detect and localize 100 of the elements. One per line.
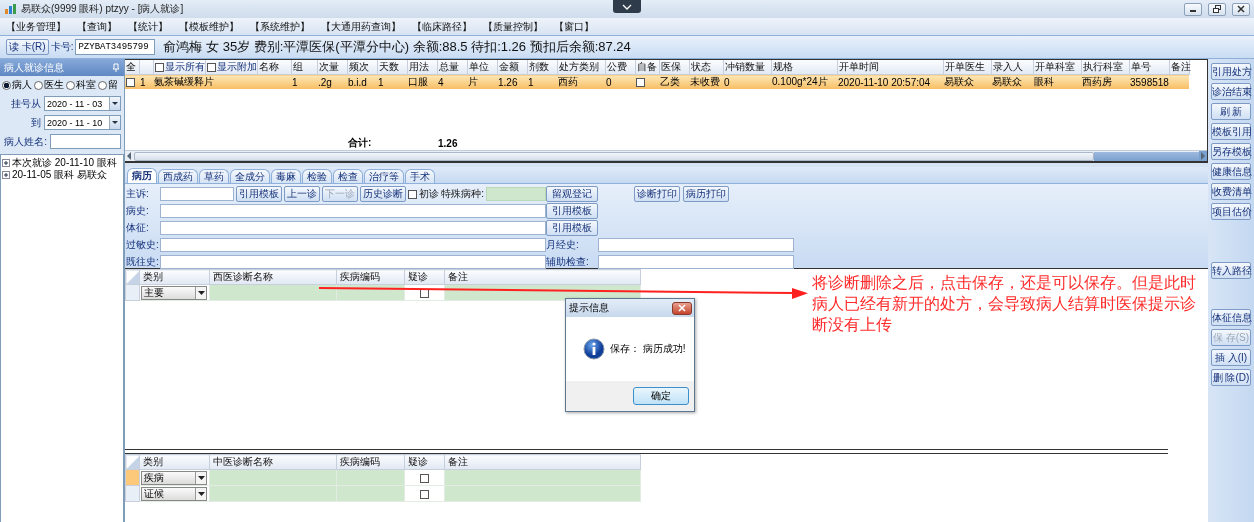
- side-button[interactable]: 项目估价: [1211, 203, 1251, 220]
- column-header[interactable]: 疾病编码: [336, 269, 405, 285]
- text-field[interactable]: [160, 255, 546, 269]
- column-header[interactable]: 冲销数量: [723, 60, 771, 75]
- checkbox[interactable]: [126, 78, 135, 88]
- text-field[interactable]: [598, 255, 794, 269]
- column-header[interactable]: 天数: [377, 60, 407, 75]
- side-button[interactable]: 收费清单: [1211, 183, 1251, 200]
- checkbox[interactable]: [420, 473, 429, 483]
- menu-item[interactable]: 【业务管理】: [6, 19, 66, 34]
- column-header[interactable]: 中医诊断名称: [209, 454, 337, 470]
- column-header[interactable]: 名称: [257, 60, 291, 75]
- category-dropdown[interactable]: 主要: [141, 285, 207, 300]
- observation-button[interactable]: 留观登记: [546, 186, 598, 202]
- template-button[interactable]: 引用模板: [546, 203, 598, 219]
- column-header[interactable]: 规格: [771, 60, 837, 75]
- restore-button[interactable]: [1208, 2, 1226, 16]
- template-button[interactable]: 引用模板: [546, 220, 598, 236]
- table-row[interactable]: 1 氨茶碱缓释片 1 .2g b.i.d 1 口服 4 片 1.26 1 西药 0 乙类 未收费 0 0.100g*24片 2020-11-10 20:57:04 易联众 易联众 眼科 西药房 3598518: [125, 74, 1189, 89]
- side-button[interactable]: 模板引用: [1211, 123, 1251, 140]
- column-header[interactable]: 医保: [659, 60, 689, 75]
- menu-item[interactable]: 【临床路径】: [412, 19, 472, 34]
- side-button[interactable]: 插 入(I): [1211, 349, 1251, 366]
- menu-item[interactable]: 【大通用药查询】: [321, 19, 401, 34]
- side-button[interactable]: 健康信息: [1211, 163, 1251, 180]
- side-button[interactable]: 体征信息: [1211, 309, 1251, 326]
- menu-item[interactable]: 【窗口】: [554, 19, 594, 34]
- text-field[interactable]: [160, 221, 546, 235]
- card-number-field[interactable]: PZYBAT3495799: [75, 39, 156, 55]
- column-header[interactable]: 金额: [497, 60, 527, 75]
- special-disease-field[interactable]: [486, 187, 546, 201]
- date-field[interactable]: 2020 - 11 - 10: [44, 115, 121, 130]
- column-header[interactable]: 组: [291, 60, 317, 75]
- column-header[interactable]: 用法: [407, 60, 437, 75]
- previous-visit-button[interactable]: 上一诊: [284, 186, 321, 202]
- read-card-button[interactable]: 读 卡(R): [6, 39, 49, 55]
- menu-item[interactable]: 【统计】: [128, 19, 168, 34]
- column-header[interactable]: 开单医生: [943, 60, 991, 75]
- column-header[interactable]: 自备: [635, 60, 659, 75]
- category-dropdown[interactable]: 疾病: [141, 470, 207, 485]
- text-field[interactable]: [160, 238, 546, 252]
- print-button[interactable]: 诊断打印: [634, 186, 680, 202]
- checkbox[interactable]: [420, 288, 429, 298]
- menu-item[interactable]: 【查询】: [77, 19, 117, 34]
- column-header[interactable]: 单位: [467, 60, 497, 75]
- menu-item[interactable]: 【模板维护】: [179, 19, 239, 34]
- horizontal-scrollbar[interactable]: [125, 150, 1207, 161]
- column-header[interactable]: 状态: [689, 60, 723, 75]
- column-header[interactable]: 处方类别: [557, 60, 605, 75]
- option-checkbox[interactable]: 显示所有: [154, 60, 205, 74]
- column-header[interactable]: 剂数: [527, 60, 557, 75]
- column-header[interactable]: 开单科室: [1033, 60, 1081, 75]
- close-button[interactable]: [672, 301, 692, 315]
- text-field[interactable]: [160, 204, 546, 218]
- tab[interactable]: 检验: [302, 169, 332, 183]
- first-visit-checkbox[interactable]: 初诊: [408, 187, 440, 201]
- side-button[interactable]: 删 除(D): [1211, 369, 1251, 386]
- menu-item[interactable]: 【系统维护】: [250, 19, 310, 34]
- column-header[interactable]: 公费: [605, 60, 635, 75]
- date-field[interactable]: 2020 - 11 - 03: [44, 96, 121, 111]
- history-button[interactable]: 历史诊断: [360, 186, 407, 202]
- text-field[interactable]: [160, 187, 235, 201]
- column-header[interactable]: 开单时间: [837, 60, 943, 75]
- column-header[interactable]: 疑诊: [404, 269, 445, 285]
- column-header[interactable]: 频次: [347, 60, 377, 75]
- category-dropdown[interactable]: 证候: [141, 486, 207, 501]
- column-header[interactable]: 备注: [444, 269, 641, 285]
- close-button[interactable]: [1232, 2, 1250, 16]
- tab[interactable]: 病历: [127, 168, 157, 183]
- column-header[interactable]: 执行科室: [1081, 60, 1129, 75]
- visit-item[interactable]: 本次就诊 20-11-10 眼科: [12, 156, 117, 170]
- option-checkbox[interactable]: 显示附加: [206, 60, 257, 74]
- checkbox[interactable]: [420, 489, 429, 499]
- checkbox[interactable]: [636, 78, 645, 88]
- name-field[interactable]: [50, 134, 121, 149]
- column-header[interactable]: 类别: [139, 269, 210, 285]
- column-header[interactable]: 类别: [139, 454, 210, 470]
- template-button[interactable]: 引用模板: [236, 186, 283, 202]
- radio-button[interactable]: 科室: [66, 78, 96, 92]
- tab[interactable]: 毒麻: [271, 169, 301, 183]
- column-header[interactable]: 单号: [1129, 60, 1169, 75]
- side-button[interactable]: 引用处方: [1211, 63, 1251, 80]
- tab[interactable]: 草药: [199, 169, 229, 183]
- column-header[interactable]: 全: [125, 60, 139, 75]
- text-field[interactable]: [598, 238, 794, 252]
- tab[interactable]: 手术: [405, 169, 435, 183]
- column-header[interactable]: 总量: [437, 60, 467, 75]
- radio-button[interactable]: 医生: [34, 78, 64, 92]
- side-button[interactable]: 刷 新: [1211, 103, 1251, 120]
- visit-item[interactable]: 20-11-05 眼科 易联众: [12, 168, 107, 182]
- radio-button[interactable]: 病人: [2, 78, 32, 92]
- tab[interactable]: 检查: [333, 169, 363, 183]
- column-header[interactable]: 备注: [444, 454, 641, 470]
- tab[interactable]: 西成药: [158, 169, 198, 183]
- column-header[interactable]: 疾病编码: [336, 454, 405, 470]
- column-header[interactable]: 西医诊断名称: [209, 269, 337, 285]
- column-header[interactable]: 备注: [1169, 60, 1189, 75]
- radio-button[interactable]: 留: [98, 78, 118, 92]
- side-button[interactable]: 转入路径: [1211, 262, 1251, 279]
- ok-button[interactable]: 确定: [633, 387, 689, 405]
